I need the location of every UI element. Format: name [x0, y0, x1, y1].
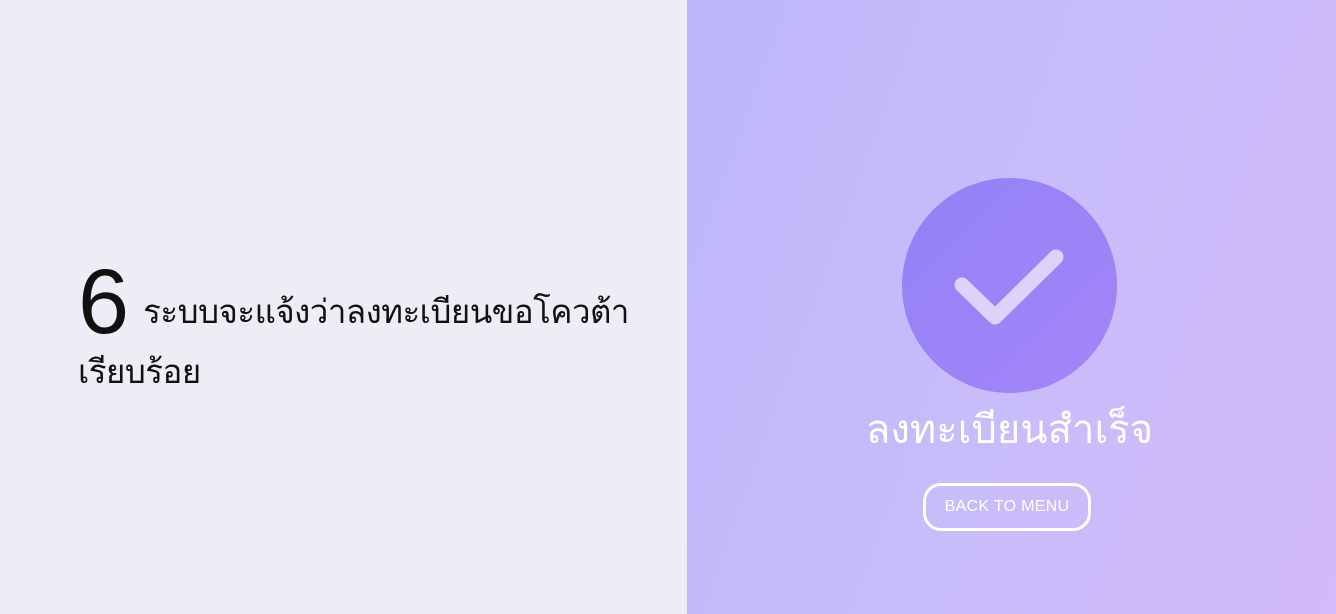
instruction-step: 6 ระบบจะแจ้งว่าลงทะเบียนขอโควต้าเรียบร้อย	[78, 250, 658, 402]
step-number: 6	[78, 251, 130, 353]
success-title: ลงทะเบียนสำเร็จ	[865, 407, 1154, 453]
back-to-menu-button[interactable]: BACK TO MENU	[923, 483, 1091, 531]
instruction-panel: 6 ระบบจะแจ้งว่าลงทะเบียนขอโควต้าเรียบร้อย	[0, 0, 687, 614]
step-description: ระบบจะแจ้งว่าลงทะเบียนขอโควต้าเรียบร้อย	[78, 292, 629, 391]
success-badge	[902, 178, 1117, 393]
success-screen: ลงทะเบียนสำเร็จ BACK TO MENU	[687, 0, 1336, 614]
page: 6 ระบบจะแจ้งว่าลงทะเบียนขอโควต้าเรียบร้อย…	[0, 0, 1336, 614]
check-icon	[954, 249, 1064, 325]
